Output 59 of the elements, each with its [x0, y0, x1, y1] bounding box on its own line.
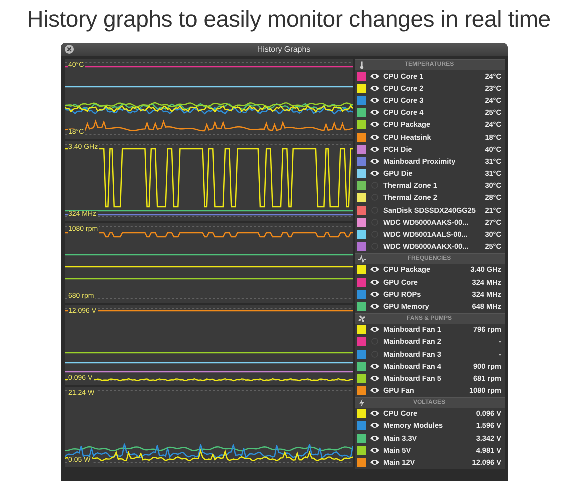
color-swatch[interactable]	[356, 156, 366, 166]
color-swatch[interactable]	[356, 362, 366, 371]
color-swatch[interactable]	[356, 193, 366, 202]
eye-icon[interactable]	[370, 266, 380, 274]
color-swatch[interactable]	[356, 206, 366, 215]
pulse-icon	[358, 254, 366, 263]
color-swatch[interactable]	[356, 446, 366, 455]
color-swatch[interactable]	[356, 144, 366, 154]
window-title: History Graphs	[257, 45, 311, 54]
eye-icon[interactable]	[370, 146, 380, 153]
color-swatch[interactable]	[356, 325, 366, 334]
color-swatch[interactable]	[356, 230, 366, 240]
eye-icon[interactable]	[370, 434, 380, 442]
color-swatch[interactable]	[356, 96, 366, 105]
color-swatch[interactable]	[356, 72, 366, 81]
color-swatch[interactable]	[356, 242, 366, 252]
color-swatch[interactable]	[356, 350, 366, 359]
color-swatch[interactable]	[356, 108, 366, 118]
page-heading: History graphs to easily monitor changes in real time	[27, 6, 551, 33]
eye-icon[interactable]	[370, 84, 380, 92]
eye-icon[interactable]	[370, 362, 380, 370]
color-swatch[interactable]	[356, 337, 366, 346]
color-swatch[interactable]	[356, 278, 366, 287]
eye-icon[interactable]	[370, 109, 380, 116]
color-swatch[interactable]	[356, 169, 366, 178]
color-swatch[interactable]	[356, 302, 366, 311]
color-swatch[interactable]	[356, 386, 366, 396]
color-swatch[interactable]	[356, 84, 366, 93]
eye-icon[interactable]	[370, 158, 380, 165]
fan-icon	[358, 314, 366, 323]
eye-icon[interactable]	[370, 326, 380, 334]
eye-icon[interactable]	[370, 121, 380, 128]
eye-icon[interactable]	[370, 459, 380, 466]
eye-icon[interactable]	[370, 290, 380, 298]
eye-icon[interactable]	[370, 134, 380, 141]
color-swatch[interactable]	[356, 120, 366, 130]
eye-icon[interactable]	[370, 446, 380, 454]
color-swatch[interactable]	[356, 421, 366, 430]
eye-icon[interactable]	[370, 72, 380, 80]
color-swatch[interactable]	[356, 181, 366, 190]
eye-icon[interactable]	[370, 96, 380, 104]
eye-icon[interactable]	[370, 387, 380, 394]
color-swatch[interactable]	[356, 132, 366, 142]
thermometer-icon	[358, 61, 366, 69]
color-swatch[interactable]	[356, 265, 366, 274]
eye-icon[interactable]	[370, 374, 380, 382]
color-swatch[interactable]	[356, 374, 366, 383]
color-swatch[interactable]	[356, 290, 366, 299]
color-swatch[interactable]	[356, 434, 366, 443]
lightning-icon	[358, 398, 366, 407]
color-swatch[interactable]	[356, 409, 366, 418]
color-swatch[interactable]	[356, 458, 366, 468]
eye-icon[interactable]	[370, 170, 380, 178]
eye-icon[interactable]	[370, 422, 380, 430]
eye-icon[interactable]	[370, 302, 380, 310]
eye-icon[interactable]	[370, 410, 380, 418]
eye-icon[interactable]	[370, 278, 380, 286]
color-swatch[interactable]	[356, 218, 366, 227]
close-icon[interactable]	[64, 45, 74, 54]
